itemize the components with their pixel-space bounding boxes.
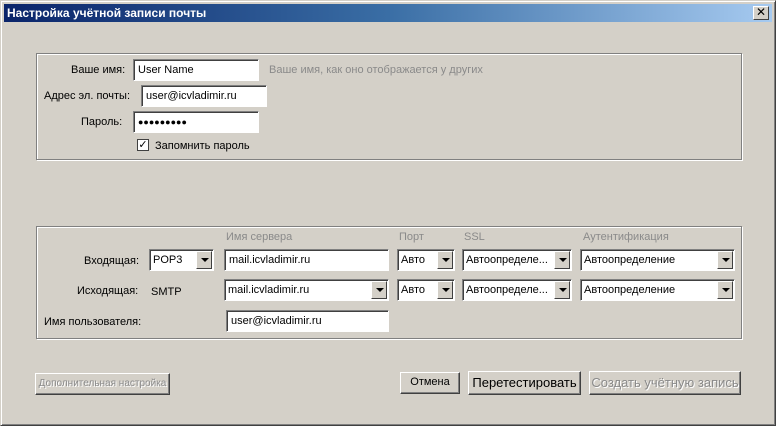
incoming-server-input[interactable]: mail.icvladimir.ru [224, 249, 389, 271]
outgoing-ssl-select[interactable]: Автоопределе... [462, 279, 572, 301]
email-label: Адрес эл. почты: [44, 90, 131, 102]
chevron-down-icon[interactable] [554, 281, 570, 299]
cancel-button[interactable]: Отмена [400, 372, 460, 394]
account-setup-dialog: Настройка учётной записи почты ✕ Ваше им… [0, 0, 776, 426]
port-header: Порт [399, 231, 424, 243]
retest-button[interactable]: Перетестировать [468, 371, 581, 395]
ssl-header: SSL [464, 231, 485, 243]
incoming-protocol-value: POP3 [153, 254, 183, 266]
outgoing-server-value: mail.icvladimir.ru [228, 284, 310, 296]
incoming-auth-value: Автоопределение [584, 254, 676, 266]
remember-password-label[interactable]: Запомнить пароль [155, 140, 250, 153]
outgoing-auth-value: Автоопределение [584, 284, 676, 296]
chevron-down-icon[interactable] [717, 281, 733, 299]
chevron-down-icon[interactable] [371, 281, 387, 299]
outgoing-protocol: SMTP [151, 286, 182, 298]
incoming-protocol-select[interactable]: POP3 [149, 249, 214, 271]
incoming-port-value: Авто [401, 254, 425, 266]
incoming-port-select[interactable]: Авто [397, 249, 455, 271]
outgoing-ssl-value: Автоопределе... [466, 284, 548, 296]
chevron-down-icon[interactable] [196, 251, 212, 269]
username-input[interactable]: user@icvladimir.ru [226, 310, 389, 332]
outgoing-server-select[interactable]: mail.icvladimir.ru [224, 279, 389, 301]
chevron-down-icon[interactable] [437, 281, 453, 299]
advanced-settings-button[interactable]: Дополнительная настройка [35, 373, 170, 395]
remember-password-checkbox[interactable]: ✓ [137, 139, 149, 151]
incoming-ssl-select[interactable]: Автоопределе... [462, 249, 572, 271]
name-label: Ваше имя: [71, 64, 126, 76]
outgoing-label: Исходящая: [77, 285, 139, 297]
window-title: Настройка учётной записи почты [7, 6, 207, 20]
auth-header: Аутентификация [583, 231, 669, 243]
server-name-header: Имя сервера [226, 231, 293, 243]
name-input[interactable]: User Name [133, 59, 259, 81]
title-bar: Настройка учётной записи почты ✕ [4, 4, 772, 22]
email-input[interactable]: user@icvladimir.ru [141, 85, 267, 107]
outgoing-port-select[interactable]: Авто [397, 279, 455, 301]
incoming-ssl-value: Автоопределе... [466, 254, 548, 266]
password-label: Пароль: [81, 116, 123, 128]
close-icon[interactable]: ✕ [753, 6, 769, 20]
chevron-down-icon[interactable] [717, 251, 733, 269]
name-hint: Ваше имя, как оно отображается у других [269, 64, 483, 76]
incoming-label: Входящая: [84, 255, 140, 267]
username-label: Имя пользователя: [44, 316, 142, 328]
outgoing-auth-select[interactable]: Автоопределение [580, 279, 735, 301]
chevron-down-icon[interactable] [554, 251, 570, 269]
outgoing-port-value: Авто [401, 284, 425, 296]
chevron-down-icon[interactable] [437, 251, 453, 269]
incoming-auth-select[interactable]: Автоопределение [580, 249, 735, 271]
password-input[interactable]: ●●●●●●●●● [133, 111, 259, 133]
create-account-button[interactable]: Создать учётную запись [589, 371, 741, 395]
